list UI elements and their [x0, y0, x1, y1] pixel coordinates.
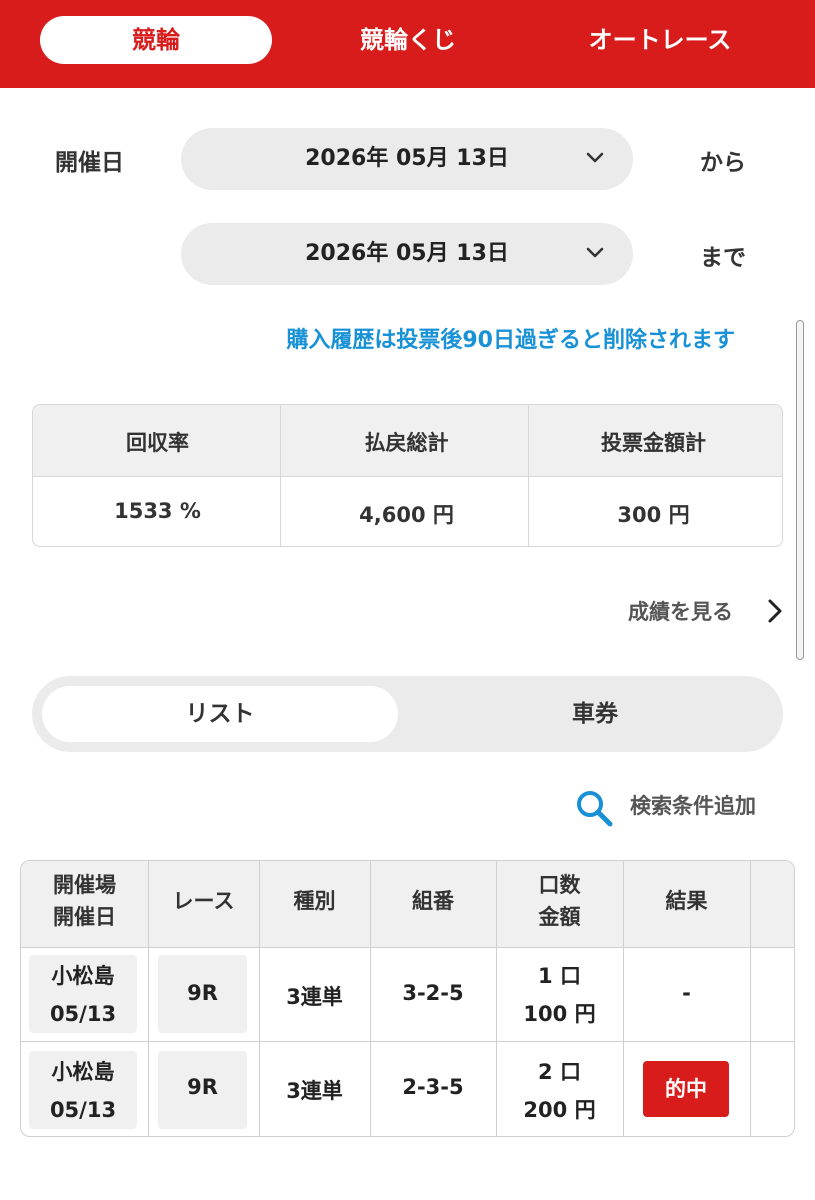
- header-result: 結果: [665, 889, 708, 913]
- summary-value-bet-total: 300 円: [617, 503, 690, 527]
- chevron-down-icon: [586, 152, 604, 163]
- summary-header-recovery-rate: 回収率: [126, 431, 189, 455]
- summary-value-recovery-rate: 1533 %: [114, 499, 201, 523]
- row1-qty: 1 口: [538, 964, 581, 988]
- header-combination: 組番: [412, 889, 454, 913]
- date-to-select[interactable]: 2026年 05月 13日: [181, 223, 633, 285]
- summary-value-payout-total: 4,600 円: [359, 503, 454, 527]
- summary-divider: [280, 405, 281, 546]
- header-venue-line2: 開催日: [53, 905, 116, 929]
- row2-venue: 小松島 05/13: [29, 1053, 137, 1129]
- chevron-down-icon: [586, 247, 604, 258]
- toggle-list[interactable]: リスト: [42, 686, 398, 742]
- scrollbar[interactable]: [796, 320, 804, 660]
- row2-race: 9R: [187, 1075, 218, 1099]
- summary-header-payout-total: 払戻総計: [364, 431, 449, 455]
- row1-quantity: 1 口 100 円: [496, 957, 623, 1033]
- row1-venue: 小松島 05/13: [29, 957, 137, 1033]
- row1-type: 3連単: [286, 985, 343, 1009]
- tab-auto-race[interactable]: オートレース: [544, 16, 776, 64]
- add-search-condition[interactable]: 検索条件追加: [630, 790, 756, 820]
- date-from-select[interactable]: 2026年 05月 13日: [181, 128, 633, 190]
- column-divider: [370, 861, 371, 1136]
- header-venue: 開催場 開催日: [21, 869, 148, 933]
- row1-venue-name: 小松島: [51, 964, 115, 988]
- view-toggle: リスト 車券: [32, 676, 783, 752]
- row2-qty: 2 口: [538, 1060, 581, 1084]
- date-to-suffix: まで: [700, 245, 746, 271]
- deletion-notice: 購入履歴は投票後90日過ぎると削除されます: [286, 328, 735, 353]
- search-icon[interactable]: [574, 788, 614, 828]
- date-from-suffix: から: [700, 150, 746, 176]
- date-from-value: 2026年 05月 13日: [305, 146, 509, 171]
- date-to-value: 2026年 05月 13日: [305, 241, 509, 266]
- row2-amount: 200 円: [523, 1098, 596, 1122]
- row-divider: [21, 947, 794, 948]
- header-venue-line1: 開催場: [53, 873, 116, 897]
- row2-result-hit-badge[interactable]: 的中: [643, 1061, 729, 1117]
- row2-quantity: 2 口 200 円: [496, 1053, 623, 1129]
- column-divider: [623, 861, 624, 1136]
- summary-header-bet-total: 投票金額計: [601, 431, 706, 455]
- row2-date: 05/13: [49, 1098, 117, 1122]
- date-range-label: 開催日: [55, 150, 124, 176]
- row2-type: 3連単: [286, 1079, 343, 1103]
- tab-keirin-kuji[interactable]: 競輪くじ: [292, 16, 524, 64]
- row2-venue-name: 小松島: [51, 1060, 115, 1084]
- bet-history-table: 開催場 開催日 レース 種別 組番 口数 金額 結果 小松島 05/13 9R …: [20, 860, 795, 1137]
- column-divider: [148, 861, 149, 1136]
- column-divider: [259, 861, 260, 1136]
- view-results-link[interactable]: 成績を見る: [628, 596, 733, 626]
- row1-race: 9R: [187, 981, 218, 1005]
- header-type: 種別: [293, 889, 336, 913]
- row2-combination: 2-3-5: [402, 1075, 464, 1099]
- chevron-right-icon[interactable]: [766, 598, 784, 624]
- row-divider: [21, 1041, 794, 1042]
- header-race: レース: [172, 889, 235, 913]
- summary-divider: [528, 405, 529, 546]
- column-divider: [496, 861, 497, 1136]
- row1-date: 05/13: [49, 1002, 117, 1026]
- header-quantity-line1: 口数: [538, 873, 581, 897]
- summary-table: 回収率 払戻総計 投票金額計 1533 % 4,600 円 300 円: [32, 404, 783, 547]
- row1-amount: 100 円: [523, 1002, 596, 1026]
- header-quantity: 口数 金額: [496, 869, 623, 933]
- top-navigation: 競輪 競輪くじ オートレース: [0, 0, 815, 88]
- tab-keirin[interactable]: 競輪: [40, 16, 272, 64]
- header-quantity-line2: 金額: [538, 905, 581, 929]
- toggle-ticket[interactable]: 車券: [417, 686, 773, 742]
- row1-result: -: [682, 981, 691, 1005]
- row1-combination: 3-2-5: [402, 981, 464, 1005]
- column-divider: [750, 861, 751, 1136]
